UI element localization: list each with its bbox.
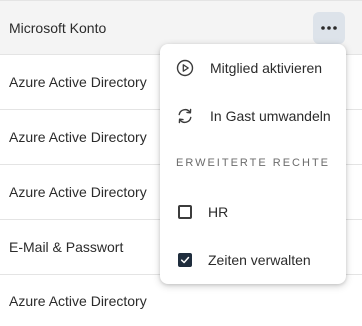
checkbox-label: Zeiten verwalten (208, 252, 311, 268)
row-label: E-Mail & Passwort (9, 239, 124, 255)
menu-item-label: In Gast umwandeln (210, 108, 331, 124)
checkbox-label: HR (208, 204, 229, 220)
more-horizontal-icon (321, 26, 337, 30)
hr-checkbox[interactable] (178, 205, 192, 219)
row-label: Azure Active Directory (9, 292, 147, 309)
section-title: ERWEITERTE RECHTE (176, 157, 330, 169)
sync-icon (176, 107, 194, 125)
checkmark-icon (180, 256, 190, 264)
menu-item-activate-member[interactable]: Mitglied aktivieren (160, 48, 346, 88)
row-label: Microsoft Konto (9, 19, 107, 36)
manage-times-checkbox[interactable] (178, 253, 192, 267)
context-menu: Mitglied aktivieren In Gast umwandeln ER… (160, 44, 346, 284)
menu-item-convert-guest[interactable]: In Gast umwandeln (160, 96, 346, 136)
menu-check-manage-times[interactable]: Zeiten verwalten (160, 240, 346, 280)
row-label: Azure Active Directory (9, 184, 147, 200)
menu-item-label: Mitglied aktivieren (210, 60, 323, 76)
row-label: Azure Active Directory (9, 129, 147, 145)
play-circle-icon (176, 59, 194, 77)
menu-check-hr[interactable]: HR (160, 192, 346, 232)
more-options-button[interactable] (313, 12, 345, 44)
row-label: Azure Active Directory (9, 74, 147, 90)
